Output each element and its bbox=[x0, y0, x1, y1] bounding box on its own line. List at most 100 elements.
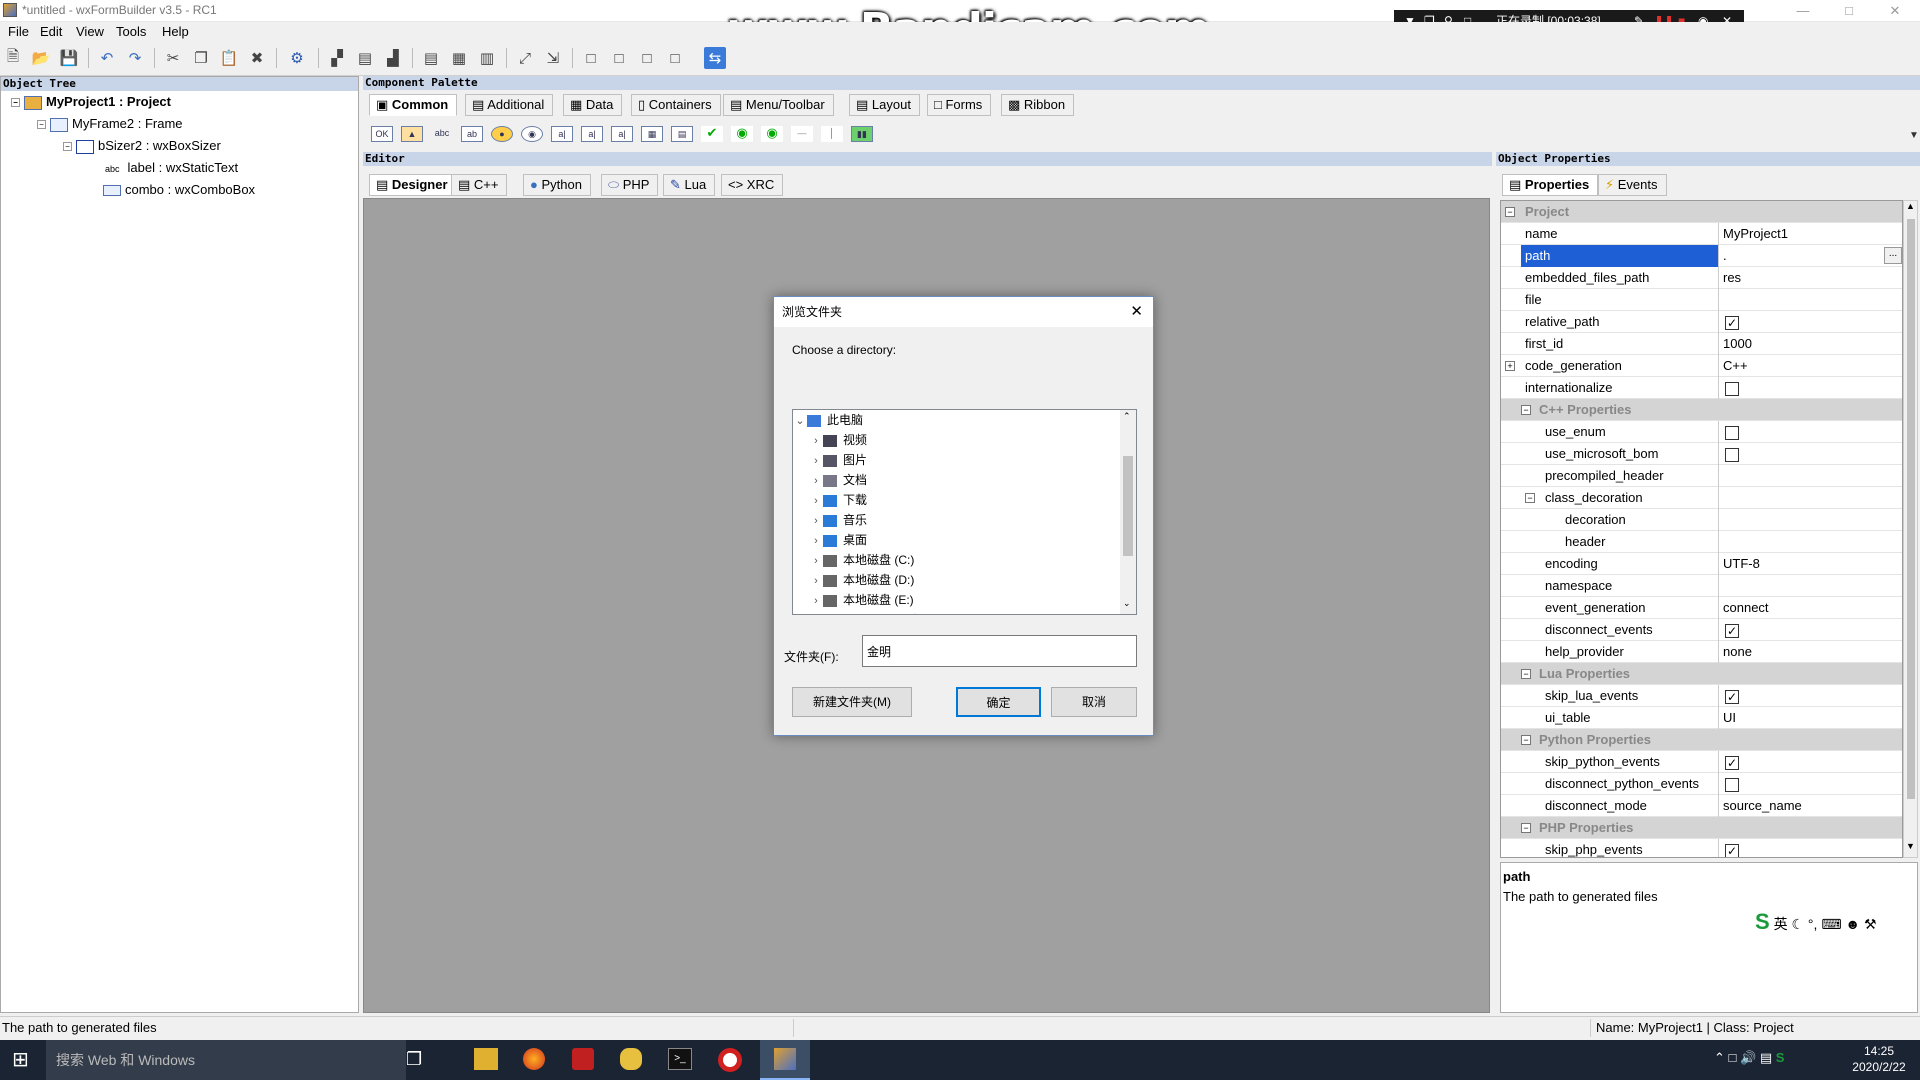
cut-icon[interactable]: ✂ bbox=[162, 47, 184, 69]
align-center-v-icon[interactable]: ▦ bbox=[448, 47, 470, 69]
collapse-icon[interactable]: − bbox=[1521, 735, 1531, 745]
property-value[interactable] bbox=[1719, 465, 1902, 487]
taskbar-search-box[interactable]: 搜索 Web 和 Windows bbox=[46, 1040, 406, 1080]
menu-file[interactable]: File bbox=[8, 24, 29, 39]
property-value[interactable] bbox=[1719, 531, 1902, 553]
property-row[interactable]: use_enum bbox=[1501, 421, 1902, 443]
property-category[interactable]: − C++ Properties bbox=[1501, 399, 1902, 421]
property-row[interactable]: disconnect_python_events bbox=[1501, 773, 1902, 795]
property-checkbox[interactable]: ✓ bbox=[1719, 619, 1902, 641]
bitmap-button-widget-icon[interactable]: ▲ bbox=[401, 126, 423, 142]
ime-language[interactable]: 英 bbox=[1774, 916, 1788, 932]
button-widget-icon[interactable]: OK bbox=[371, 126, 393, 142]
property-row[interactable]: + code_generation C++ bbox=[1501, 355, 1902, 377]
checkbox[interactable] bbox=[1725, 425, 1739, 440]
checkbox-widget-icon[interactable]: ✔ bbox=[701, 126, 723, 142]
static-text-widget-icon[interactable]: abc bbox=[431, 126, 453, 142]
chevron-right-icon[interactable]: › bbox=[809, 491, 823, 511]
chevron-right-icon[interactable]: › bbox=[809, 471, 823, 491]
checkbox[interactable] bbox=[1725, 777, 1739, 792]
text-ctrl-widget-icon[interactable]: ab bbox=[461, 126, 483, 142]
windows-start-icon[interactable]: ⊞ bbox=[12, 1049, 34, 1071]
property-row[interactable]: − class_decoration bbox=[1501, 487, 1902, 509]
user-icon[interactable]: ☻ bbox=[1845, 916, 1860, 932]
browse-path-button[interactable]: ... bbox=[1884, 247, 1902, 264]
chevron-right-icon[interactable]: › bbox=[809, 451, 823, 471]
expand-icon[interactable]: + bbox=[1505, 361, 1515, 371]
chevron-right-icon[interactable]: › bbox=[809, 571, 823, 591]
app-red-icon[interactable] bbox=[572, 1048, 594, 1070]
border-right-icon[interactable]: □ bbox=[608, 47, 630, 69]
choice-widget-icon[interactable]: a| bbox=[551, 126, 573, 142]
property-category[interactable]: − PHP Properties bbox=[1501, 817, 1902, 839]
property-checkbox[interactable] bbox=[1719, 443, 1902, 465]
property-row[interactable]: use_microsoft_bom bbox=[1501, 443, 1902, 465]
property-value[interactable]: UTF-8 bbox=[1719, 553, 1902, 575]
property-row[interactable]: event_generation connect bbox=[1501, 597, 1902, 619]
radio-widget-icon[interactable]: ◉ bbox=[731, 126, 753, 142]
checkbox[interactable]: ✓ bbox=[1725, 315, 1739, 330]
radio-button-widget-icon[interactable]: ◉ bbox=[761, 126, 783, 142]
slider-widget-icon[interactable]: │ bbox=[821, 126, 843, 142]
folder-tree-item[interactable]: › 下载 bbox=[809, 490, 867, 510]
file-explorer-icon[interactable] bbox=[474, 1048, 498, 1070]
property-checkbox[interactable]: ✓ bbox=[1719, 685, 1902, 707]
property-category[interactable]: − Python Properties bbox=[1501, 729, 1902, 751]
folder-tree-scrollbar[interactable]: ⌃ ⌄ bbox=[1120, 410, 1136, 614]
grid-widget-icon[interactable]: ▦ bbox=[641, 126, 663, 142]
checkbox[interactable]: ✓ bbox=[1725, 843, 1739, 857]
menu-view[interactable]: View bbox=[76, 24, 104, 39]
tab-layout[interactable]: ▤ Layout bbox=[849, 94, 920, 116]
collapse-icon[interactable]: − bbox=[1521, 405, 1531, 415]
folder-tree-item[interactable]: › 本地磁盘 (C:) bbox=[809, 550, 914, 570]
paste-icon[interactable]: 📋 bbox=[218, 47, 240, 69]
expand-icon[interactable]: ⤢ bbox=[514, 47, 536, 69]
wrench-icon[interactable]: ⚒ bbox=[1864, 916, 1877, 932]
folder-tree-item[interactable]: ⌄ 此电脑 bbox=[793, 410, 863, 430]
punctuation-icon[interactable]: °, bbox=[1808, 916, 1818, 932]
tab-designer[interactable]: ▤ Designer bbox=[369, 174, 457, 196]
chevron-up-icon[interactable]: ⌃ bbox=[1714, 1050, 1725, 1065]
align-left-icon[interactable]: ▞ bbox=[326, 47, 348, 69]
tab-ribbon[interactable]: ▩ Ribbon bbox=[1001, 94, 1075, 116]
tab-events[interactable]: ⚡ Events bbox=[1598, 174, 1667, 196]
combobox-widget-icon[interactable]: ◉ bbox=[521, 126, 543, 142]
collapse-icon[interactable]: − bbox=[1525, 493, 1535, 503]
chevron-right-icon[interactable]: › bbox=[809, 431, 823, 451]
property-value[interactable]: res bbox=[1719, 267, 1902, 289]
property-checkbox[interactable] bbox=[1719, 421, 1902, 443]
tree-node-label-item[interactable]: abc label : wxStaticText bbox=[1, 157, 358, 179]
tab-python[interactable]: ● Python bbox=[523, 174, 591, 196]
gauge-widget-icon[interactable]: ▮▮ bbox=[851, 126, 873, 142]
checkbox[interactable]: ✓ bbox=[1725, 689, 1739, 704]
property-value[interactable]: connect bbox=[1719, 597, 1902, 619]
border-top-icon[interactable]: □ bbox=[636, 47, 658, 69]
static-line-widget-icon[interactable]: — bbox=[791, 126, 813, 142]
redo-icon[interactable]: ↷ bbox=[124, 47, 146, 69]
collapse-icon[interactable]: − bbox=[37, 120, 46, 130]
tree-node-project[interactable]: − MyProject1 : Project bbox=[1, 91, 358, 113]
property-row[interactable]: help_provider none bbox=[1501, 641, 1902, 663]
align-bottom-icon[interactable]: ▥ bbox=[476, 47, 498, 69]
network-icon[interactable]: □ bbox=[1729, 1050, 1737, 1065]
property-value[interactable] bbox=[1719, 289, 1902, 311]
firefox-icon[interactable] bbox=[523, 1048, 545, 1070]
swap-icon[interactable]: ⇆ bbox=[704, 47, 726, 69]
tree-node-frame[interactable]: − MyFrame2 : Frame bbox=[1, 113, 358, 135]
copy-icon[interactable]: ❐ bbox=[190, 47, 212, 69]
scrollbar-thumb[interactable] bbox=[1123, 456, 1133, 556]
checkbox[interactable]: ✓ bbox=[1725, 755, 1739, 770]
property-grid-scrollbar[interactable]: ▲ ▼ bbox=[1903, 200, 1918, 858]
property-row[interactable]: skip_lua_events ✓ bbox=[1501, 685, 1902, 707]
align-right-icon[interactable]: ▟ bbox=[382, 47, 404, 69]
tab-lua[interactable]: ✎ Lua bbox=[663, 174, 716, 196]
folder-tree[interactable]: ⌄ 此电脑 › 视频 › 图片 › 文档 › 下载 › 音乐 › 桌面 › 本地磁盘 (C:) › 本地磁盘 (D… bbox=[792, 409, 1137, 615]
align-center-h-icon[interactable]: ▤ bbox=[354, 47, 376, 69]
folder-tree-item[interactable]: › 音乐 bbox=[809, 510, 867, 530]
scroll-down-icon[interactable]: ⌄ bbox=[1123, 598, 1131, 609]
folder-tree-item[interactable]: › 桌面 bbox=[809, 530, 867, 550]
property-row[interactable]: first_id 1000 bbox=[1501, 333, 1902, 355]
tab-menu-toolbar[interactable]: ▤ Menu/Toolbar bbox=[723, 94, 834, 116]
undo-icon[interactable]: ↶ bbox=[96, 47, 118, 69]
folder-tree-item[interactable]: › 图片 bbox=[809, 450, 867, 470]
